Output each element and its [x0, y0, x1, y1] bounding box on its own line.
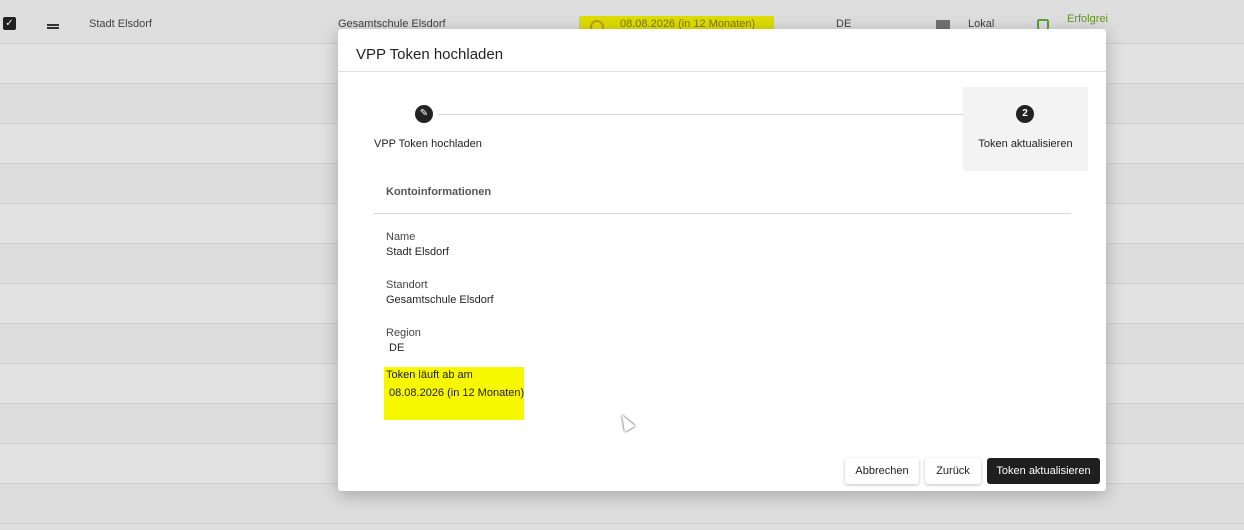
back-button[interactable]: Zurück: [925, 458, 981, 484]
expiry-value: 08.08.2026 (in 12 Monaten): [389, 387, 525, 399]
name-value: Stadt Elsdorf: [386, 246, 449, 258]
region-value: DE: [389, 342, 405, 354]
region-label: Region: [386, 327, 421, 339]
step-2-number: 2: [1016, 105, 1034, 123]
section-title: Kontoinformationen: [386, 186, 492, 198]
divider: [374, 213, 1071, 214]
stepper-connector: [438, 114, 1016, 115]
dialog-title: VPP Token hochladen: [356, 46, 504, 63]
step-1-label[interactable]: VPP Token hochladen: [374, 138, 482, 150]
name-label: Name: [386, 231, 416, 243]
step-2-active[interactable]: 2 Token aktualisieren: [963, 87, 1088, 171]
step-2-label: Token aktualisieren: [978, 138, 1073, 150]
cancel-button[interactable]: Abbrechen: [845, 458, 919, 484]
location-label: Standort: [386, 279, 428, 291]
expiry-label: Token läuft ab am: [386, 369, 473, 381]
divider: [338, 71, 1106, 72]
upload-token-dialog: VPP Token hochladen ✎ VPP Token hochlade…: [338, 29, 1106, 491]
pencil-icon[interactable]: ✎: [415, 105, 433, 123]
location-value: Gesamtschule Elsdorf: [386, 294, 494, 306]
update-token-button[interactable]: Token aktualisieren: [987, 458, 1100, 484]
